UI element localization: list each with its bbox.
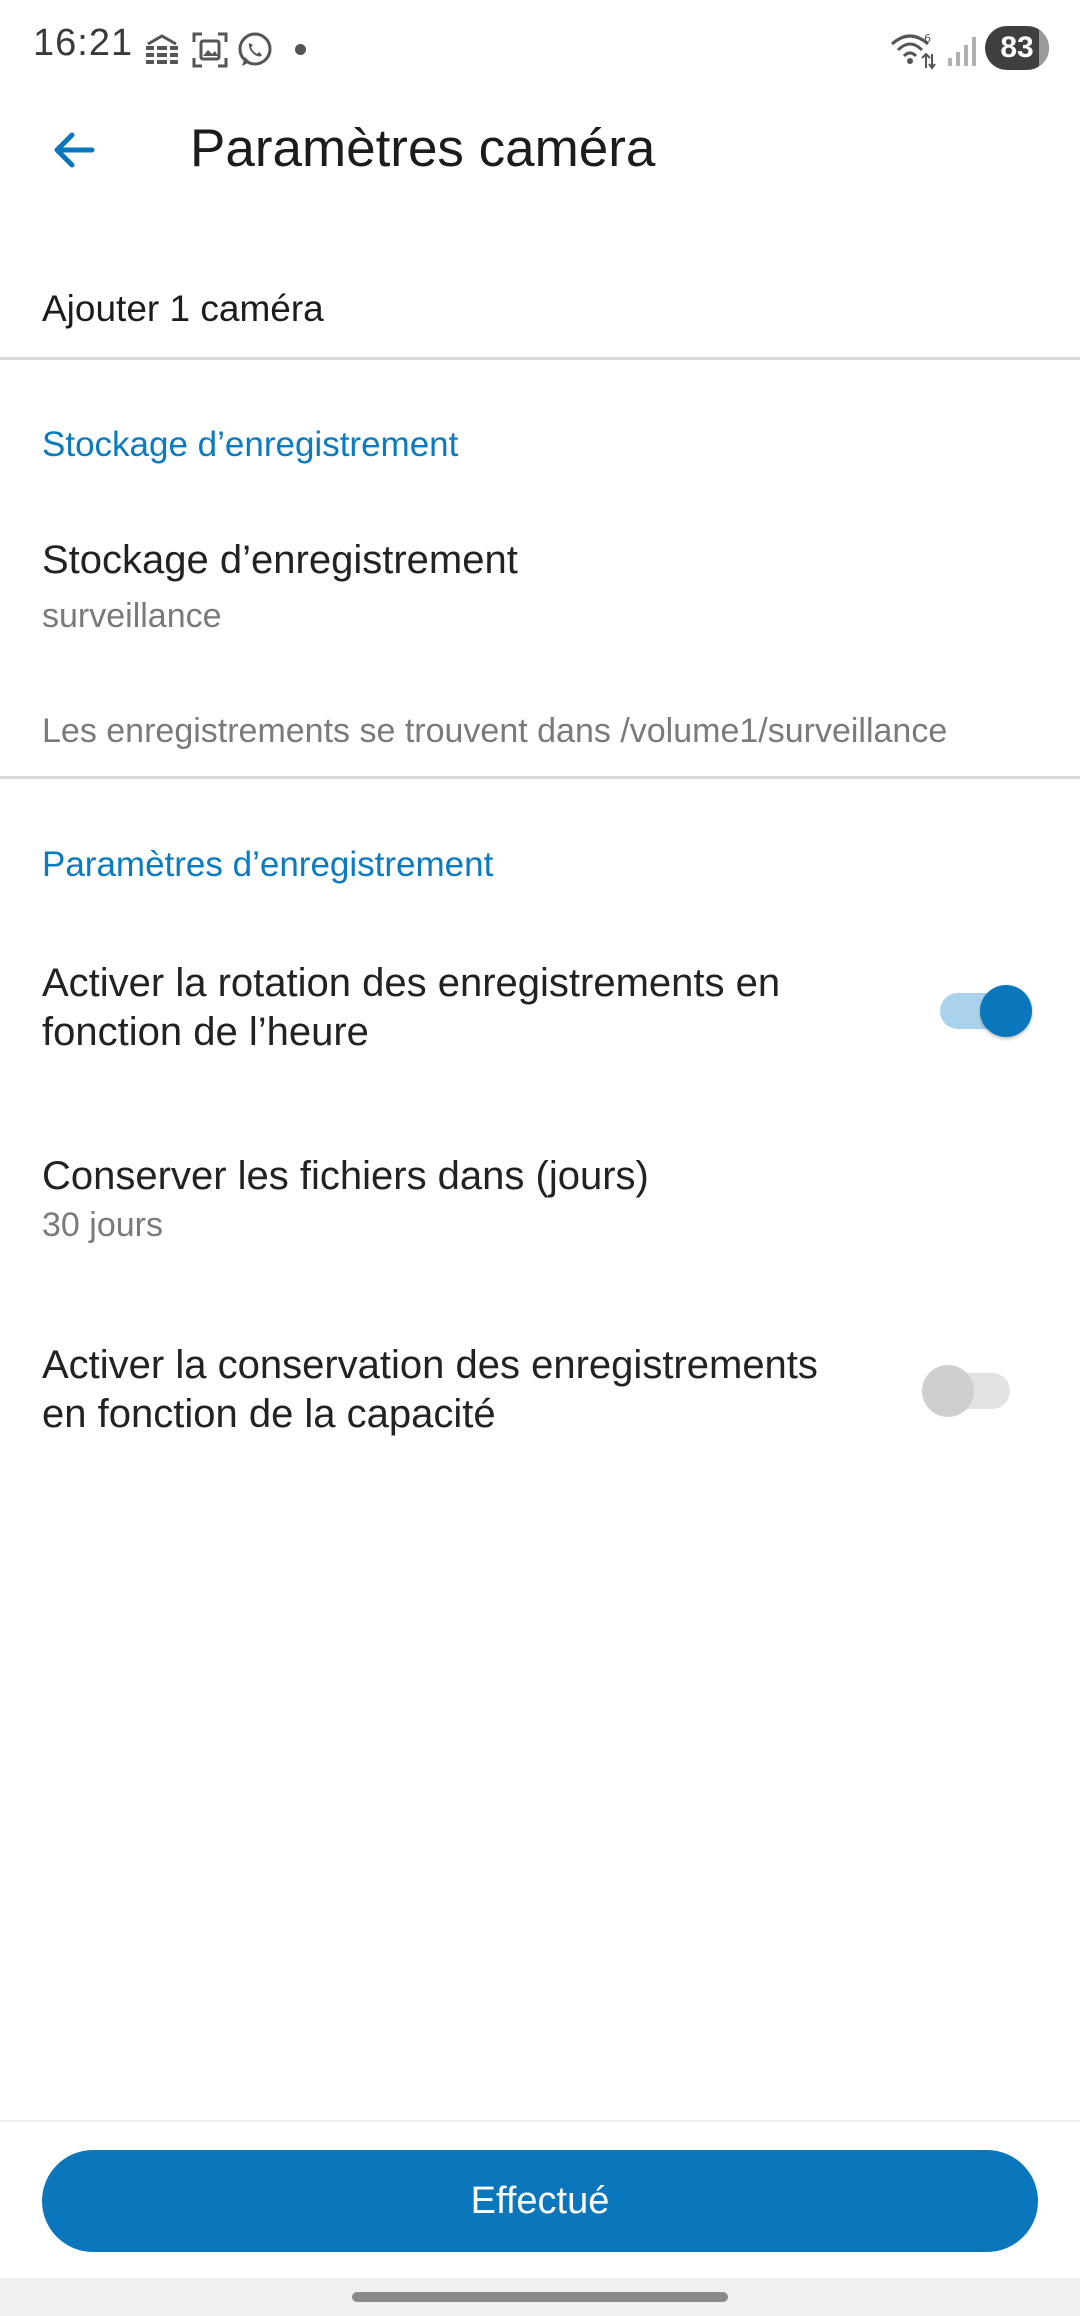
status-bar: 16:21 6 83 — [0, 0, 1080, 98]
capacity-retention-label-line1: Activer la conservation des enregistreme… — [42, 1343, 818, 1387]
keep-files-row[interactable]: Conserver les fichiers dans (jours) 30 j… — [0, 1140, 1080, 1270]
back-arrow-icon — [54, 132, 95, 168]
recording-storage-row[interactable]: Stockage d’enregistrement surveillance — [0, 520, 1080, 650]
notification-dot — [295, 44, 306, 55]
screen: 16:21 6 83 Paramètres caméra Ajouter 1 c… — [0, 0, 1080, 2316]
recording-location-info: Les enregistrements se trouvent dans /vo… — [42, 712, 948, 750]
accessibility-icon — [146, 34, 178, 64]
wifi-icon: 6 — [891, 32, 936, 70]
screenshot-icon — [192, 32, 228, 68]
signal-icon — [948, 37, 976, 66]
bottom-action-area: Effectué — [0, 2120, 1080, 2282]
section-header-recording: Paramètres d’enregistrement — [42, 845, 494, 884]
capacity-retention-row[interactable]: Activer la conservation des enregistreme… — [0, 1327, 1080, 1457]
time-rotation-toggle[interactable] — [940, 981, 1032, 1041]
toggle-thumb — [980, 985, 1032, 1037]
svg-text:6: 6 — [924, 32, 931, 45]
section-header-storage: Stockage d’enregistrement — [42, 425, 459, 464]
time-rotation-row[interactable]: Activer la rotation des enregistrements … — [0, 945, 1080, 1075]
battery-level: 83 — [1000, 31, 1034, 64]
time-rotation-label-line1: Activer la rotation des enregistrements … — [42, 961, 781, 1005]
capacity-retention-label-line2: en fonction de la capacité — [42, 1392, 496, 1436]
done-button[interactable]: Effectué — [42, 2150, 1038, 2252]
divider — [0, 357, 1080, 360]
keep-files-title: Conserver les fichiers dans (jours) — [42, 1154, 649, 1198]
keep-files-value: 30 jours — [42, 1206, 163, 1244]
divider — [0, 776, 1080, 779]
add-camera-row[interactable]: Ajouter 1 caméra — [0, 262, 1080, 358]
navigation-bar — [0, 2278, 1080, 2316]
toggle-thumb — [922, 1365, 974, 1417]
time-rotation-label-line2: fonction de l’heure — [42, 1010, 369, 1054]
battery-icon: 83 — [985, 26, 1049, 70]
home-gesture-handle[interactable] — [352, 2292, 728, 2302]
app-bar: Paramètres caméra — [0, 98, 1080, 202]
capacity-retention-toggle[interactable] — [922, 1361, 1012, 1421]
back-button[interactable] — [36, 112, 112, 188]
status-time: 16:21 — [33, 22, 134, 64]
recording-storage-title: Stockage d’enregistrement — [42, 538, 518, 582]
page-title: Paramètres caméra — [190, 119, 656, 178]
recording-storage-value: surveillance — [42, 597, 222, 635]
add-camera-label: Ajouter 1 caméra — [42, 288, 324, 329]
whatsapp-icon — [238, 32, 272, 66]
